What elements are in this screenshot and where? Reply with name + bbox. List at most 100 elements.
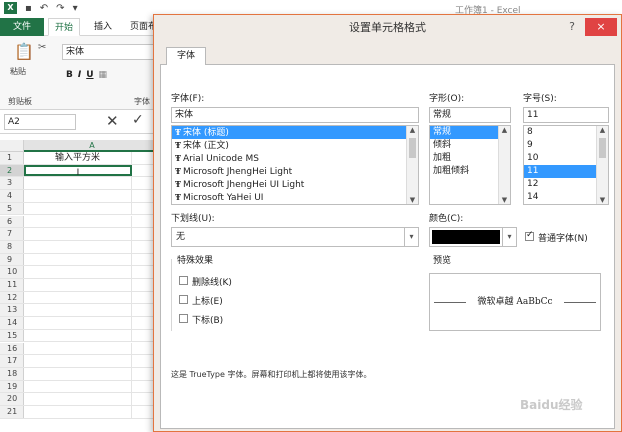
scroll-thumb[interactable] — [599, 138, 606, 158]
scroll-up-icon[interactable]: ▲ — [407, 126, 418, 134]
list-item[interactable]: Ŧ Arial Unicode MS — [172, 152, 418, 165]
size-scrollbar[interactable]: ▲ ▼ — [596, 126, 608, 204]
cell[interactable] — [24, 329, 132, 342]
color-dropdown[interactable]: ▾ — [429, 227, 517, 247]
row-header[interactable]: 10 — [0, 266, 24, 278]
style-input[interactable]: 常规 — [429, 107, 511, 123]
list-item[interactable]: Ŧ Microsoft JhengHei UI Light — [172, 178, 418, 191]
help-icon[interactable]: ? — [569, 20, 575, 33]
size-listbox[interactable]: 8 9 10 11 12 14 ▲ ▼ — [523, 125, 609, 205]
cell[interactable] — [24, 406, 132, 418]
normal-font-checkbox[interactable] — [525, 230, 534, 241]
tab-home[interactable]: 开始 — [48, 18, 81, 36]
cancel-icon[interactable]: ✕ — [106, 112, 119, 130]
table-row: 1 输入平方米 — [0, 152, 160, 165]
underline-dropdown[interactable]: 无 ▾ — [171, 227, 419, 247]
tab-file[interactable]: 文件 — [0, 18, 44, 36]
tab-insert[interactable]: 插入 — [88, 18, 118, 36]
row-header[interactable]: 4 — [0, 190, 24, 202]
row-header[interactable]: 12 — [0, 291, 24, 304]
customize-icon[interactable]: ▾ — [73, 3, 78, 14]
scroll-down-icon[interactable]: ▼ — [597, 196, 608, 204]
redo-icon[interactable]: ↷ — [56, 3, 64, 14]
undo-icon[interactable]: ↶ — [40, 3, 48, 14]
cell[interactable] — [24, 393, 132, 405]
active-cell[interactable]: I — [24, 164, 132, 178]
row-header[interactable]: 6 — [0, 215, 24, 228]
cell[interactable] — [24, 253, 132, 266]
enter-icon[interactable]: ✓ — [132, 112, 144, 128]
close-button[interactable]: × — [585, 18, 617, 36]
scroll-up-icon[interactable]: ▲ — [499, 126, 510, 134]
scroll-down-icon[interactable]: ▼ — [499, 196, 510, 204]
cut-icon[interactable]: ✂ — [38, 42, 46, 53]
list-item[interactable]: Ŧ 宋体 (正文) — [172, 139, 418, 152]
strikethrough-checkbox[interactable] — [179, 276, 188, 285]
row-header[interactable]: 3 — [0, 177, 24, 190]
style-scrollbar[interactable]: ▲ ▼ — [498, 126, 510, 204]
paste-icon[interactable]: 📋 — [14, 42, 34, 61]
style-listbox[interactable]: 常规 倾斜 加粗 加粗倾斜 ▲ ▼ — [429, 125, 511, 205]
chevron-down-icon[interactable]: ▾ — [404, 228, 418, 246]
row-header[interactable]: 18 — [0, 367, 24, 380]
row-header[interactable]: 13 — [0, 304, 24, 317]
format-buttons: B I U ▦ — [66, 70, 107, 80]
cell[interactable]: 输入平方米 — [24, 152, 132, 164]
cell[interactable] — [24, 317, 132, 329]
cell[interactable] — [24, 190, 132, 202]
row-header[interactable]: 11 — [0, 279, 24, 291]
row-header[interactable]: 1 — [0, 152, 24, 164]
row-header[interactable]: 17 — [0, 355, 24, 367]
scroll-down-icon[interactable]: ▼ — [407, 196, 418, 204]
cell[interactable] — [24, 240, 132, 253]
list-item[interactable]: Ŧ Microsoft JhengHei Light — [172, 165, 418, 178]
font-scrollbar[interactable]: ▲ ▼ — [406, 126, 418, 204]
cell[interactable] — [24, 367, 132, 380]
list-item[interactable]: Ŧ Microsoft YaHei UI — [172, 191, 418, 204]
select-all-corner[interactable] — [0, 140, 24, 152]
cell[interactable] — [24, 380, 132, 393]
save-icon[interactable]: ▪ — [25, 3, 32, 14]
table-row: 8 — [0, 240, 160, 254]
row-header[interactable]: 16 — [0, 342, 24, 355]
row-header[interactable]: 19 — [0, 380, 24, 393]
subscript-checkbox[interactable] — [179, 314, 188, 323]
name-box[interactable]: A2 — [4, 114, 76, 130]
font-listbox[interactable]: Ŧ 宋体 (标题) Ŧ 宋体 (正文) Ŧ Arial Unicode MS Ŧ Micros… — [171, 125, 419, 205]
row-header[interactable]: 2 — [0, 164, 24, 177]
cell[interactable] — [24, 228, 132, 240]
scroll-up-icon[interactable]: ▲ — [597, 126, 608, 134]
row-header[interactable]: 9 — [0, 253, 24, 266]
cell[interactable] — [24, 291, 132, 304]
row-header[interactable]: 7 — [0, 228, 24, 240]
size-input[interactable]: 11 — [523, 107, 609, 123]
table-row: 15 — [0, 329, 160, 343]
row-header[interactable]: 21 — [0, 406, 24, 418]
superscript-checkbox[interactable] — [179, 295, 188, 304]
row-header[interactable]: 15 — [0, 329, 24, 342]
font-name-box[interactable]: 宋体 — [62, 44, 154, 60]
column-header-a[interactable]: A — [24, 140, 160, 152]
row-header[interactable]: 20 — [0, 393, 24, 405]
chevron-down-icon[interactable]: ▾ — [502, 228, 516, 246]
cell[interactable] — [24, 342, 132, 355]
cell[interactable] — [24, 266, 132, 278]
cell[interactable] — [24, 202, 132, 215]
cell[interactable] — [24, 177, 132, 190]
row-header[interactable]: 14 — [0, 317, 24, 329]
cell[interactable] — [24, 304, 132, 317]
paste-label[interactable]: 粘贴 — [10, 66, 26, 77]
tab-font[interactable]: 字体 — [166, 47, 206, 66]
cell[interactable] — [24, 279, 132, 291]
italic-icon[interactable]: I — [78, 70, 81, 80]
bold-icon[interactable]: B — [66, 70, 73, 80]
list-item[interactable]: Ŧ 宋体 (标题) — [172, 126, 418, 139]
cell[interactable] — [24, 355, 132, 367]
row-header[interactable]: 8 — [0, 240, 24, 253]
row-header[interactable]: 5 — [0, 202, 24, 215]
cell[interactable] — [24, 215, 132, 228]
border-icon[interactable]: ▦ — [99, 70, 108, 80]
underline-icon[interactable]: U — [86, 70, 93, 80]
font-input[interactable]: 宋体 — [171, 107, 419, 123]
scroll-thumb[interactable] — [409, 138, 416, 158]
